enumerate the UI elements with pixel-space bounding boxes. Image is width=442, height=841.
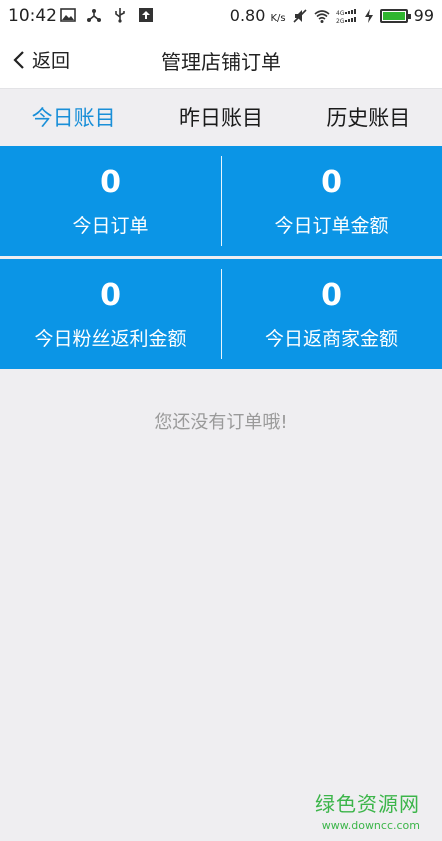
- stat-value: 0: [321, 277, 342, 313]
- divider: [221, 269, 222, 359]
- stats-panel: 0 今日订单 0 今日订单金额 0 今日粉丝返利金额 0 今日返商家金额: [0, 146, 442, 369]
- stat-today-order-amount: 0 今日订单金额: [221, 146, 442, 256]
- mute-icon: [293, 8, 307, 23]
- stat-label: 今日订单: [72, 214, 149, 237]
- stat-value: 0: [321, 164, 342, 200]
- tab-today[interactable]: 今日账目: [0, 89, 147, 145]
- status-left-icons: [60, 7, 154, 23]
- stat-fan-rebate: 0 今日粉丝返利金额: [0, 259, 221, 369]
- battery-icon: [379, 8, 411, 23]
- charging-icon: [364, 8, 373, 23]
- stat-label: 今日粉丝返利金额: [34, 327, 187, 350]
- share-icon: [87, 9, 101, 22]
- stats-row: 0 今日订单 0 今日订单金额: [0, 146, 442, 256]
- status-bar: 10:42 0.80 K/s 4G 2G 99: [0, 0, 442, 32]
- signal-icon: 4G2G: [336, 8, 356, 24]
- status-right: 0.80 K/s 4G 2G 99: [230, 6, 434, 25]
- battery-level: 99: [413, 6, 434, 25]
- stat-merchant-return: 0 今日返商家金额: [221, 259, 442, 369]
- usb-icon: [115, 8, 125, 23]
- page-title: 管理店铺订单: [161, 50, 281, 74]
- image-icon: [60, 8, 76, 22]
- tab-history[interactable]: 历史账目: [295, 89, 442, 145]
- stat-label: 今日返商家金额: [264, 327, 398, 350]
- svg-text:2G: 2G: [336, 18, 345, 24]
- upload-icon: [139, 8, 153, 22]
- tab-bar: 今日账目 昨日账目 历史账目: [0, 89, 442, 145]
- status-time: 10:42: [8, 6, 57, 26]
- tab-yesterday[interactable]: 昨日账目: [147, 89, 294, 145]
- empty-message: 您还没有订单哦!: [154, 412, 288, 433]
- wifi-icon: [314, 9, 330, 23]
- svg-text:4G: 4G: [336, 10, 345, 17]
- nav-bar: 返回 管理店铺订单: [0, 32, 442, 89]
- stat-value: 0: [100, 277, 121, 313]
- divider: [221, 156, 222, 246]
- watermark-url: www.downcc.com: [321, 819, 420, 832]
- watermark-logo: 绿色资源网 www.downcc.com: [315, 788, 420, 832]
- stats-row: 0 今日粉丝返利金额 0 今日返商家金额: [0, 259, 442, 369]
- stat-value: 0: [100, 164, 121, 200]
- stat-today-orders: 0 今日订单: [0, 146, 221, 256]
- stat-label: 今日订单金额: [274, 214, 389, 237]
- watermark-text: 绿色资源网: [315, 792, 420, 816]
- network-speed: 0.80 K/s: [229, 6, 286, 25]
